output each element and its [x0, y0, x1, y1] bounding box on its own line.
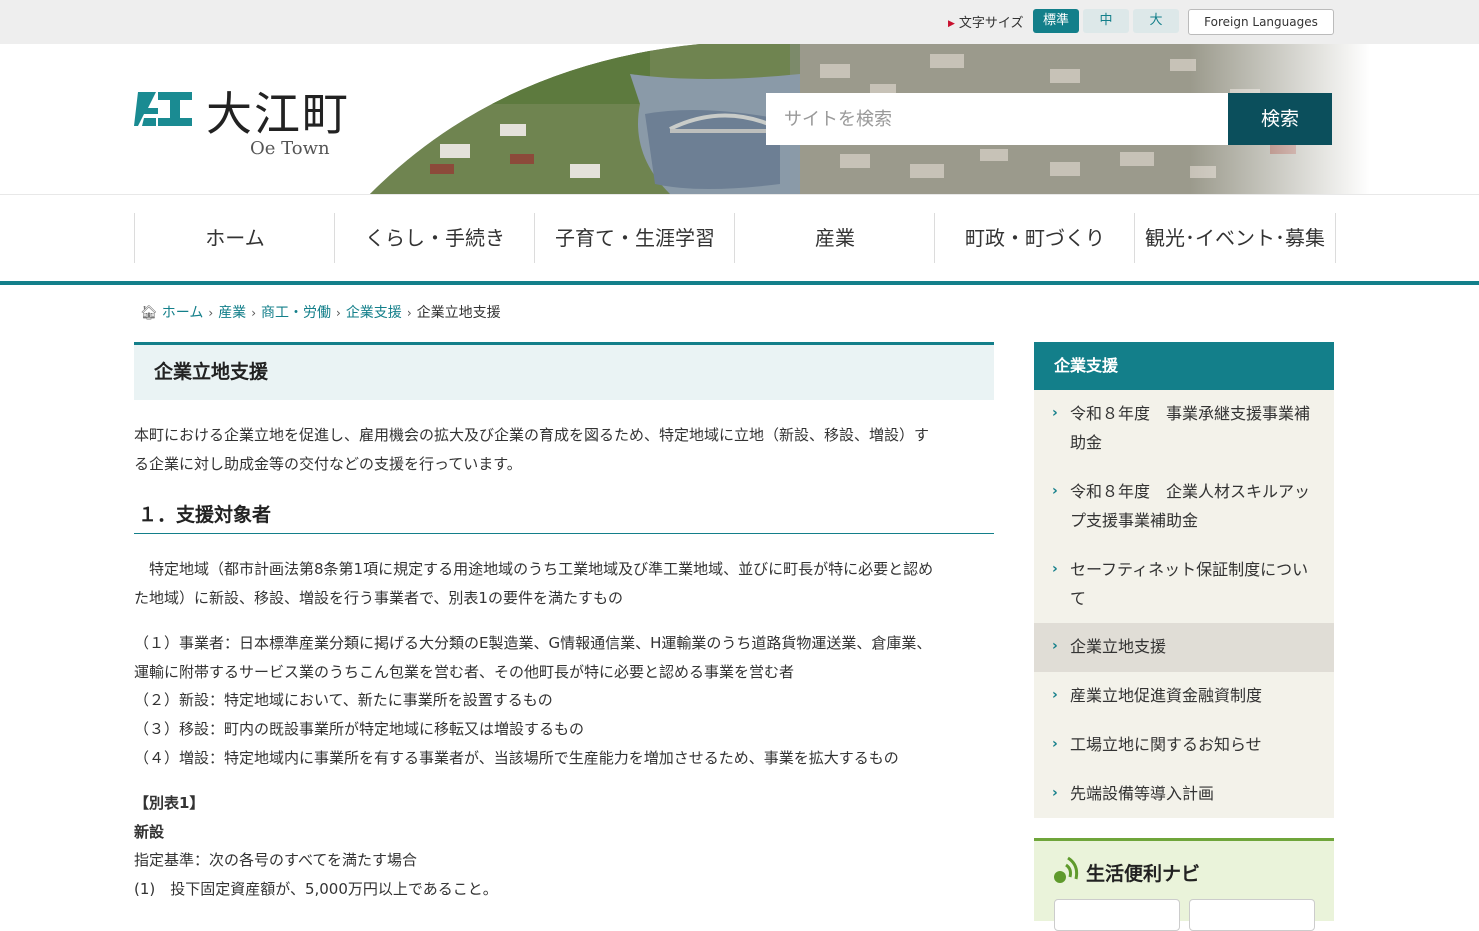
town-logo-name[interactable]: 大江町	[206, 78, 350, 144]
chevron-right-icon: ›	[251, 306, 256, 320]
home-icon: 🏠︎	[140, 305, 158, 321]
font-size-medium-button[interactable]: 中	[1083, 9, 1129, 33]
breadcrumb-industry[interactable]: 産業	[218, 305, 246, 321]
sidebar-item-safety-net[interactable]: › セーフティネット保証制度につい て	[1034, 555, 1334, 613]
nav-living[interactable]: くらし・手続き	[334, 213, 535, 263]
list-item-1a: （１）事業者：日本標準産業分類に掲げる大分類のE製造業、G情報通信業、H運輸業の…	[134, 634, 932, 652]
breadcrumb-home[interactable]: ホーム	[162, 305, 204, 321]
chevron-right-icon: ›	[336, 306, 341, 320]
signal-icon	[1052, 855, 1080, 889]
font-size-standard-button[interactable]: 標準	[1033, 9, 1079, 33]
breadcrumb-current: 企業立地支援	[416, 305, 501, 321]
intro-line-2: る企業に対し助成金等の交付などの支援を行っています。	[134, 455, 522, 473]
sidebar-item-advanced-equipment[interactable]: › 先端設備等導入計画	[1034, 779, 1334, 808]
triangle-icon: ▶	[948, 19, 955, 29]
breadcrumb-commerce[interactable]: 商工・労働	[261, 305, 331, 321]
section-heading: １．支援対象者	[134, 500, 994, 534]
sidebar-heading: 企業支援	[1034, 342, 1334, 390]
table-label: 【別表1】	[134, 794, 205, 812]
chevron-right-icon: ›	[1052, 785, 1058, 801]
list-item-1b: 運輸に附帯するサービス業のうちこん包業を営む者、その他町長が特に必要と認める事業…	[134, 663, 795, 681]
breadcrumb: 🏠︎ ホーム › 産業 › 商工・労働 › 企業支援 › 企業立地支援	[140, 302, 501, 322]
town-logo-english: Oe Town	[250, 138, 330, 159]
chevron-right-icon: ›	[1052, 687, 1058, 703]
criteria-text: 指定基準：次の各号のすべてを満たす場合	[134, 851, 418, 869]
list-item-4: （４）増設：特定地域内に事業所を有する事業者が、当該場所で生産能力を増加させるた…	[134, 749, 899, 767]
list-item-2: （２）新設：特定地域において、新たに事業所を設置するもの	[134, 691, 553, 709]
breadcrumb-business-support[interactable]: 企業支援	[346, 305, 402, 321]
global-nav: ホーム くらし・手続き 子育て・生涯学習 産業 町政・町づくり 観光･イベント･…	[0, 194, 1479, 285]
font-size-large-button[interactable]: 大	[1133, 9, 1179, 33]
navi-button[interactable]	[1189, 899, 1315, 931]
nav-education[interactable]: 子育て・生涯学習	[534, 213, 735, 263]
nav-home[interactable]: ホーム	[134, 213, 335, 263]
site-header: 大江町 Oe Town 検索	[0, 44, 1479, 194]
foreign-languages-button[interactable]: Foreign Languages	[1188, 9, 1334, 35]
new-label: 新設	[134, 823, 165, 841]
nav-town-government[interactable]: 町政・町づくり	[934, 213, 1135, 263]
sidebar-menu: › 令和８年度 事業承継支援事業補 助金 › 令和８年度 企業人材スキルアッ プ…	[1034, 390, 1334, 818]
chevron-right-icon: ›	[1052, 405, 1058, 421]
font-size-label: ▶ 文字サイズ	[948, 16, 1024, 31]
sidebar-item-location-support[interactable]: › 企業立地支援	[1034, 623, 1334, 672]
chevron-right-icon: ›	[208, 306, 214, 320]
criteria-item-1: (1) 投下固定資産額が、5,000万円以上であること。	[134, 880, 498, 898]
chevron-right-icon: ›	[1052, 638, 1058, 654]
sidebar-item-business-succession[interactable]: › 令和８年度 事業承継支援事業補 助金	[1034, 399, 1334, 457]
chevron-right-icon: ›	[406, 306, 412, 320]
sidebar-item-factory-notice[interactable]: › 工場立地に関するお知らせ	[1034, 730, 1334, 759]
sidebar-item-financing[interactable]: › 産業立地促進資金融資制度	[1034, 681, 1334, 710]
chevron-right-icon: ›	[1052, 483, 1058, 499]
section1-text-1: 特定地域（都市計画法第8条第1項に規定する用途地域のうち工業地域及び準工業地域、…	[134, 560, 934, 578]
page-title: 企業立地支援	[134, 342, 994, 400]
section1-text-2: た地域）に新設、移設、増設を行う事業者で、別表1の要件を満たすもの	[134, 589, 623, 607]
town-emblem-icon[interactable]	[134, 88, 196, 134]
sidebar-item-skill-up[interactable]: › 令和８年度 企業人材スキルアッ プ支援事業補助金	[1034, 477, 1334, 535]
life-navi-box: 生活便利ナビ	[1034, 838, 1334, 931]
nav-industry[interactable]: 産業	[734, 213, 935, 263]
nav-tourism[interactable]: 観光･イベント･募集	[1134, 213, 1336, 263]
life-navi-title: 生活便利ナビ	[1086, 863, 1201, 885]
intro-line-1: 本町における企業立地を促進し、雇用機会の拡大及び企業の育成を図るため、特定地域に…	[134, 426, 930, 444]
navi-button[interactable]	[1054, 899, 1180, 931]
list-item-3: （３）移設：町内の既設事業所が特定地域に移転又は増設するもの	[134, 720, 585, 738]
chevron-right-icon: ›	[1052, 561, 1058, 577]
search-button[interactable]: 検索	[1228, 93, 1332, 145]
utility-bar: ▶ 文字サイズ 標準 中 大 Foreign Languages	[0, 0, 1479, 44]
chevron-right-icon: ›	[1052, 736, 1058, 752]
site-search-input[interactable]	[766, 93, 1228, 145]
